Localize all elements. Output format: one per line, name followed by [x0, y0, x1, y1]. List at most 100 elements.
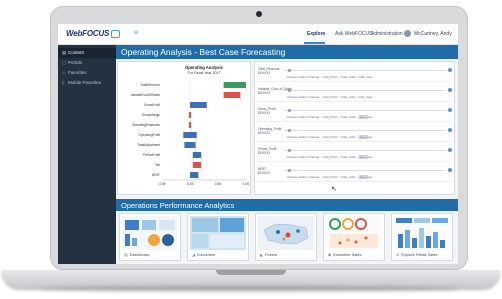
events-preview [258, 216, 314, 250]
thumb-document[interactable]: ◢ Document [187, 213, 249, 261]
operating-analysis-chart[interactable]: Operating Analysis For Fiscal Year 2017 -0… [117, 61, 251, 195]
info-icon[interactable] [448, 108, 452, 112]
sidebar-item-label: Content [68, 50, 84, 55]
category-label: VariableCostOfSales [131, 93, 161, 97]
info-icon[interactable] [448, 168, 452, 172]
category-label: PreTaxProfit [143, 153, 160, 157]
measure-row: Operating_Profit $XXXXX Choose scale to ch… [257, 126, 453, 142]
user-avatar-icon[interactable] [403, 29, 412, 38]
thumb-executive-sales[interactable]: ◆ Executive Sales [323, 213, 385, 261]
slider-handle[interactable] [288, 108, 291, 112]
sidebar-item-favorites[interactable]: ☆ Favorites [58, 68, 116, 78]
reset-button[interactable]: Reset [359, 174, 368, 179]
dashboard-icon: ▤ [124, 252, 128, 257]
slider-handle[interactable] [288, 88, 291, 92]
slider-handle[interactable] [288, 148, 291, 152]
category-label: TotalAdjustment [137, 143, 160, 147]
measure-value: $XXXXX [258, 91, 271, 95]
waterfall-bar [188, 112, 192, 118]
x-tick-label: -0.50 [158, 182, 166, 186]
thumb-label: ◆ Executive Sales [328, 252, 362, 257]
section-title: Operations Performance Analytics [121, 200, 235, 210]
measure-value: $XXXXX [258, 131, 271, 135]
measure-slider[interactable] [284, 68, 446, 72]
sidebar-item-label: Portals [68, 60, 83, 65]
info-icon[interactable] [448, 88, 452, 92]
sidebar-item-portals[interactable]: ▢ Portals [58, 58, 116, 68]
thumb-label: ◣ Events [260, 252, 278, 257]
measure-row: Total_Revenue $XXXXX Choose scale to chang… [257, 66, 453, 82]
measure-value: $XXXXX [258, 71, 271, 75]
events-icon: ◣ [260, 252, 264, 257]
section-header-analytics: Operations Performance Analytics [116, 199, 458, 211]
slider-handle[interactable] [288, 68, 291, 72]
measure-slider[interactable] [284, 168, 446, 172]
info-icon[interactable] [448, 148, 452, 152]
nav-administration[interactable]: Administration [371, 31, 403, 37]
explore-retail-preview [394, 216, 450, 250]
section-title: Operating Analysis - Best Case Forecasti… [121, 47, 286, 57]
sidebar: ▦ Content ▢ Portals ☆ Favorites ▯ Mobile Fav… [58, 45, 116, 264]
thumb-label: ▤ Dashboard [124, 252, 150, 257]
chart-title: Operating Analysis [185, 65, 224, 70]
thumb-dashboard[interactable]: ▤ Dashboard [119, 213, 181, 261]
category-label: Tax [155, 163, 160, 167]
top-nav: WebFOCUS ≡ Explore Ask WebFOCUS Administ… [58, 24, 458, 45]
measure-slider[interactable] [284, 88, 446, 92]
waterfall-bar [223, 82, 246, 88]
camera-icon [256, 11, 262, 17]
document-preview [190, 216, 246, 250]
measure-slider[interactable] [284, 148, 446, 152]
active-tab-indicator [304, 42, 325, 44]
category-label: TotalRevenue [141, 83, 161, 87]
executive-sales-preview [326, 216, 382, 250]
info-icon[interactable] [448, 128, 452, 132]
app-logo[interactable]: WebFOCUS [66, 29, 109, 38]
measure-value: $XXXXX [258, 111, 271, 115]
slider-handle[interactable] [288, 128, 291, 132]
measure-row: Variable_Cost_of_Sales $XXXXX Choose scale… [257, 86, 453, 102]
reset-button[interactable]: Reset [359, 134, 368, 139]
sidebar-item-content[interactable]: ▦ Content [58, 48, 116, 58]
scale-radio-group[interactable]: Choose scale to change: ○ Add_Price ○ To… [287, 75, 372, 79]
reset-button[interactable]: Reset [359, 154, 368, 159]
thumb-label: ◢ Document [192, 252, 216, 257]
slider-handle[interactable] [288, 168, 291, 172]
category-label: OperatingProfit [139, 133, 161, 137]
user-name[interactable]: McCartney, Andy [414, 31, 452, 37]
waterfall-bar [223, 92, 241, 98]
nav-explore[interactable]: Explore [307, 31, 325, 37]
category-label: GrossProfit [144, 103, 160, 107]
category-label: OperatingExpenses [132, 123, 160, 127]
logo-mark-icon [111, 30, 120, 38]
document-icon: ◢ [192, 252, 196, 257]
waterfall-bar [190, 102, 207, 108]
measure-sliders-panel: Total_Revenue $XXXXX Choose scale to chang… [254, 61, 455, 195]
main-content: Operating Analysis - Best Case Forecasti… [116, 45, 458, 264]
nav-ask-webfocus[interactable]: Ask WebFOCUS [335, 31, 372, 37]
scale-radio-group[interactable]: Choose scale to change: ○ Add_Price ○ To… [287, 95, 372, 99]
laptop-notch [216, 270, 286, 275]
laptop-shadow [40, 286, 460, 292]
category-label: NPAT [152, 173, 160, 177]
thumb-label: ⊕ Explore Retail Sales [396, 252, 438, 257]
executive-icon: ◆ [328, 252, 332, 257]
waterfall-bar [188, 122, 192, 128]
waterfall-bar [192, 162, 202, 168]
thumb-events[interactable]: ◣ Events [255, 213, 317, 261]
measure-slider[interactable] [284, 128, 446, 132]
menu-toggle-icon[interactable]: ≡ [134, 30, 138, 37]
app-screen: WebFOCUS ≡ Explore Ask WebFOCUS Administ… [58, 24, 458, 264]
measure-row: Pretax_Profit $XXXXX Choose scale to chang… [257, 146, 453, 162]
measure-row: NPAT $XXXXX Choose scale to change: ○ Add_… [257, 166, 453, 182]
sidebar-item-mobile-favorites[interactable]: ▯ Mobile Favorites [58, 78, 116, 88]
info-icon[interactable] [448, 68, 452, 72]
reset-button[interactable]: Reset [359, 114, 368, 119]
measure-slider[interactable] [284, 108, 446, 112]
dashboard-preview [122, 216, 178, 250]
x-tick-label: 1.00 [243, 182, 250, 186]
mouse-cursor-icon: ↖ [331, 186, 337, 193]
chart-svg: Operating AnalysisFor Fiscal Year 2017 -0… [131, 65, 250, 186]
sidebar-item-label: Favorites [68, 70, 87, 75]
thumb-explore-retail-sales[interactable]: ⊕ Explore Retail Sales [391, 213, 453, 261]
